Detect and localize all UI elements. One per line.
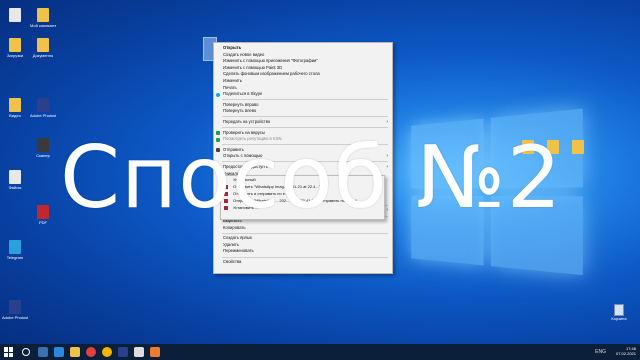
desktop-icon[interactable]: Adobe Photoshop: [2, 300, 28, 320]
file-icon: [9, 170, 21, 184]
menu-item[interactable]: Свойства: [214, 259, 392, 266]
tray-language[interactable]: ENG: [595, 349, 606, 355]
menu-item-label: Передать на устройство: [223, 118, 271, 124]
menu-item[interactable]: Повернуть вправо: [214, 102, 392, 109]
overlay-title: Способ №2: [60, 128, 563, 228]
desktop-icon[interactable]: Загрузки: [2, 38, 28, 58]
menu-item-label: Переименовать: [223, 248, 254, 254]
desktop-icon[interactable]: PDF: [30, 205, 56, 225]
file-icon: [37, 98, 49, 112]
file-icon: [37, 8, 49, 22]
menu-item-label: Изменить с помощью Paint 3D: [223, 64, 283, 70]
desktop-icon-label: Adobe Photoshop: [30, 113, 56, 118]
desktop-icon[interactable]: Файлы: [2, 170, 28, 190]
menu-separator: [222, 232, 388, 234]
menu-item[interactable]: Передать на устройство ›: [214, 119, 392, 126]
clock-date: 07.02.2021: [615, 351, 636, 356]
menu-item[interactable]: Поделиться в Skype: [214, 91, 392, 98]
file-icon: [37, 138, 49, 152]
menu-item-label: Удалить: [223, 241, 239, 247]
menu-item-label: Повернуть вправо: [223, 101, 259, 107]
file-icon: [9, 38, 21, 52]
file-icon: [37, 205, 49, 219]
taskbar-app-icon[interactable]: [150, 347, 160, 357]
file-icon: [9, 300, 21, 314]
file-icon: [9, 240, 21, 254]
desktop-icon[interactable]: Документы: [30, 38, 56, 58]
menu-item[interactable]: Создать ярлык: [214, 235, 392, 242]
yandex-browser-icon[interactable]: [86, 347, 96, 357]
desktop-icon-label: Загрузки: [6, 53, 24, 58]
file-explorer-icon[interactable]: [70, 347, 80, 357]
desktop-icon[interactable]: Видео: [2, 98, 28, 118]
desktop-icon[interactable]: Telegram: [2, 240, 28, 260]
photoshop-icon[interactable]: [118, 347, 128, 357]
clock[interactable]: 17:48 07.02.2021: [616, 346, 636, 356]
menu-item[interactable]: Печать: [214, 85, 392, 92]
menu-item[interactable]: Создать новое видео: [214, 52, 392, 59]
menu-item[interactable]: Сделать фоновым изображением рабочего ст…: [214, 71, 392, 78]
edge-icon[interactable]: [54, 347, 64, 357]
menu-item-label: Изменить: [223, 77, 242, 83]
menu-item-label: Поделиться в Skype: [223, 91, 263, 97]
desktop-icon[interactable]: [2, 8, 28, 23]
desktop-icon[interactable]: Сканер: [30, 138, 56, 158]
taskbar-app-icon[interactable]: [134, 347, 144, 357]
desktop-icon[interactable]: Adobe Photoshop: [30, 98, 56, 118]
start-button[interactable]: [4, 347, 14, 357]
file-icon: [37, 38, 49, 52]
menu-item[interactable]: Изменить с помощью Paint 3D: [214, 65, 392, 72]
menu-separator: [222, 99, 388, 101]
system-tray[interactable]: ENG: [595, 349, 606, 355]
desktop-icon-label: Adobe Photoshop: [2, 315, 28, 320]
desktop-icon-label: Мой компьютер: [30, 23, 56, 28]
desktop-icon-label: Документы: [32, 53, 54, 58]
search-icon[interactable]: [22, 348, 30, 356]
menu-item[interactable]: Повернуть влево: [214, 108, 392, 115]
menu-item-label: Открыть: [223, 45, 242, 50]
desktop-icon-label: Видео: [9, 113, 21, 118]
menu-item[interactable]: Изменить с помощью приложения "Фотографи…: [214, 58, 392, 65]
menu-separator: [222, 116, 388, 118]
recycle-bin-label: Корзина: [611, 316, 627, 321]
taskbar: ENG 17:48 07.02.2021: [0, 344, 640, 360]
menu-item-label: Изменить с помощью приложения "Фотографи…: [223, 58, 318, 64]
menu-item-label: Создать ярлык: [223, 235, 252, 241]
recycle-bin[interactable]: Корзина: [608, 304, 630, 321]
desktop-icon-label: Сканер: [36, 153, 50, 158]
menu-item-label: Повернуть влево: [223, 108, 257, 114]
file-icon: [9, 8, 21, 22]
menu-item-label: Создать новое видео: [223, 51, 265, 57]
recycle-bin-icon: [614, 304, 624, 316]
desktop-icon[interactable]: Мой компьютер: [30, 8, 56, 28]
menu-item-label: Сделать фоновым изображением рабочего ст…: [223, 71, 320, 77]
task-view-icon[interactable]: [38, 347, 48, 357]
menu-item-label: Свойства: [223, 259, 242, 265]
desktop-icon-label: Файлы: [8, 185, 22, 190]
skype-icon: [216, 92, 220, 97]
menu-item-label: Печать: [223, 84, 237, 90]
menu-item[interactable]: Изменить: [214, 78, 392, 85]
chevron-right-icon: ›: [386, 118, 388, 125]
desktop-icon-label: PDF: [39, 220, 47, 225]
chrome-icon[interactable]: [102, 347, 112, 357]
file-icon: [9, 98, 21, 112]
menu-item[interactable]: Переименовать: [214, 248, 392, 255]
menu-item[interactable]: Удалить: [214, 242, 392, 249]
menu-item[interactable]: Открыть: [214, 45, 392, 52]
menu-separator: [222, 256, 388, 258]
desktop-icon-label: Telegram: [6, 255, 24, 260]
